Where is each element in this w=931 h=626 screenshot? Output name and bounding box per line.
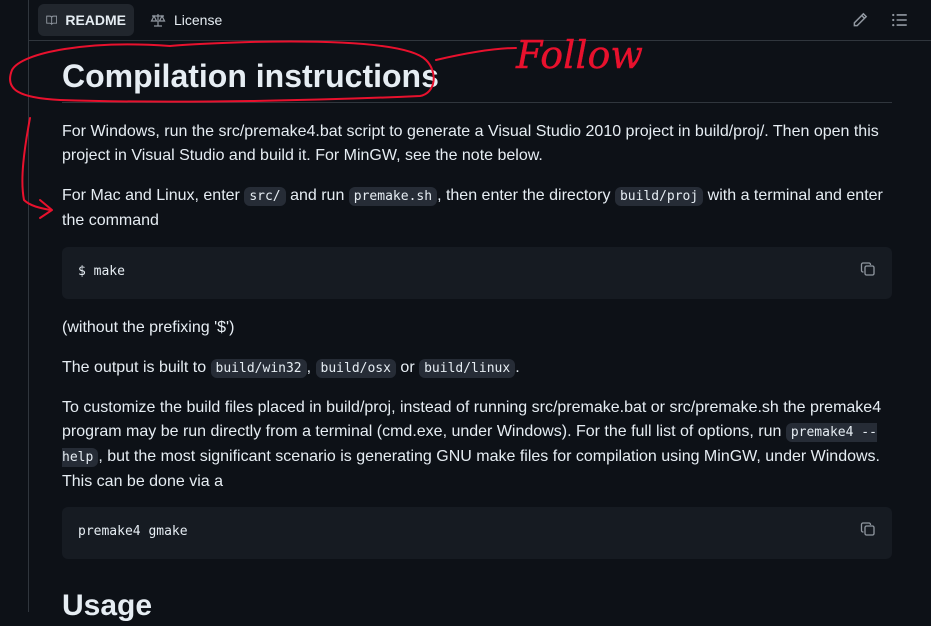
text: , but the most significant scenario is g… [62, 448, 880, 490]
section-heading-usage: Usage [62, 589, 153, 622]
book-icon [46, 15, 58, 26]
paragraph-mac-linux: For Mac and Linux, enter src/ and run pr… [62, 184, 892, 233]
tab-readme[interactable]: README [38, 4, 134, 36]
text: , [306, 359, 316, 376]
code-block-gmake: premake4 gmake [62, 507, 892, 559]
heading-divider [62, 102, 892, 103]
inline-code: premake.sh [348, 187, 438, 206]
code-block-text: $ make [78, 264, 125, 279]
copy-icon[interactable] [860, 521, 876, 537]
paragraph-customize: To customize the build files placed in b… [62, 396, 892, 494]
text: The output is built to [62, 359, 211, 376]
text: . [515, 359, 520, 376]
paragraph-output: The output is built to build/win32, buil… [62, 356, 892, 381]
text: or [395, 359, 420, 376]
list-icon[interactable] [891, 11, 909, 29]
text: , then enter the directory [437, 187, 615, 204]
paragraph-windows: For Windows, run the src/premake4.bat sc… [62, 123, 879, 164]
tab-license-label: License [174, 12, 223, 28]
law-icon [150, 14, 166, 27]
tab-readme-label: README [65, 12, 126, 28]
inline-code: src/ [244, 187, 286, 206]
inline-code: build/osx [315, 359, 396, 378]
code-block-make: $ make [62, 247, 892, 299]
code-block-text: premake4 gmake [78, 524, 188, 539]
inline-code: build/proj [614, 187, 704, 206]
page-title: Compilation instructions [62, 58, 439, 94]
paragraph-prefix-note: (without the prefixing '$') [62, 319, 235, 336]
text: To customize the build files placed in b… [62, 399, 882, 440]
tab-license[interactable]: License [142, 4, 232, 36]
inline-code: build/win32 [210, 359, 307, 378]
text: and run [285, 187, 349, 204]
inline-code: build/linux [419, 359, 516, 378]
copy-icon[interactable] [860, 261, 876, 277]
pencil-icon[interactable] [851, 11, 869, 29]
text: For Mac and Linux, enter [62, 187, 245, 204]
